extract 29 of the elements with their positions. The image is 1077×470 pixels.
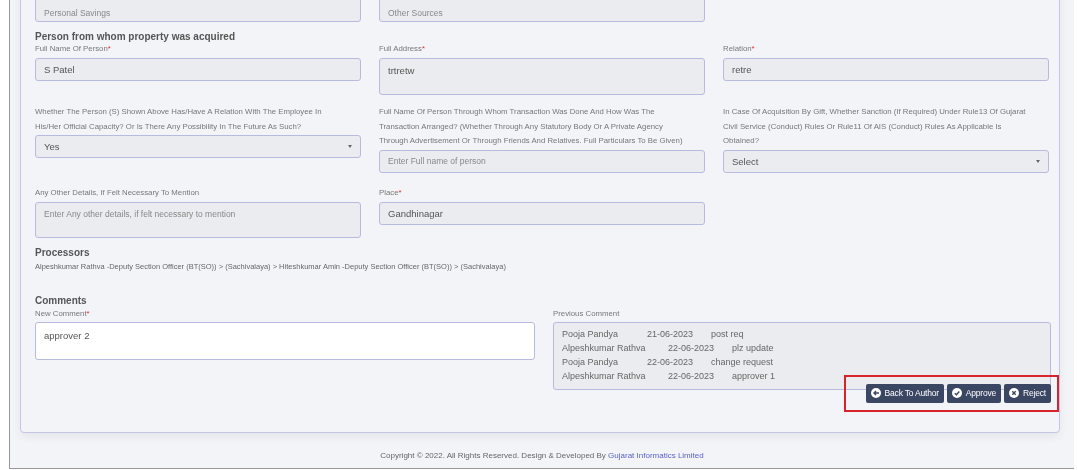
comment-text: approver 1 [732,369,777,383]
check-icon [951,388,962,398]
select-field[interactable]: Select [723,149,1049,173]
close-icon [1009,388,1020,398]
section-title: Person from whom property was acquired [35,31,237,42]
comment-date: 22-06-2023 [668,369,716,383]
comment-date: 22-06-2023 [647,355,695,369]
copyright-text: Copyright © 2022. All Rights Reserved. Design & Developed By Gujarat Informatics Limited [379,451,705,460]
comment-author: Alpeshkumar Rathva [562,341,647,355]
comment-author: Alpeshkumar Rathva [562,369,647,383]
comment-author: Pooja Pandya [562,355,620,369]
section-title: Comments [35,294,88,306]
company-link[interactable]: Gujarat Informatics Limited [608,451,704,460]
select-field[interactable]: Yes [35,135,361,158]
comment-text: change request [711,355,775,369]
comment-date: 21-06-2023 [647,327,695,341]
text-area[interactable]: trtretw [379,58,705,95]
arrow-left-icon [870,388,881,398]
comment-date: 22-06-2023 [668,341,716,355]
comment-field[interactable]: approver 2 [35,321,535,360]
comment-author: Pooja Pandya [562,327,620,341]
caret-icon [348,145,352,148]
comment-text: post req [711,327,745,341]
input-field[interactable]: retre [723,58,1049,81]
input-field[interactable]: S Patel [35,58,361,81]
caret-icon [1036,159,1040,163]
section-title: Processors [35,246,91,258]
input-field[interactable]: Gandhinagar [379,201,705,225]
comment-text: plz update [732,341,775,355]
